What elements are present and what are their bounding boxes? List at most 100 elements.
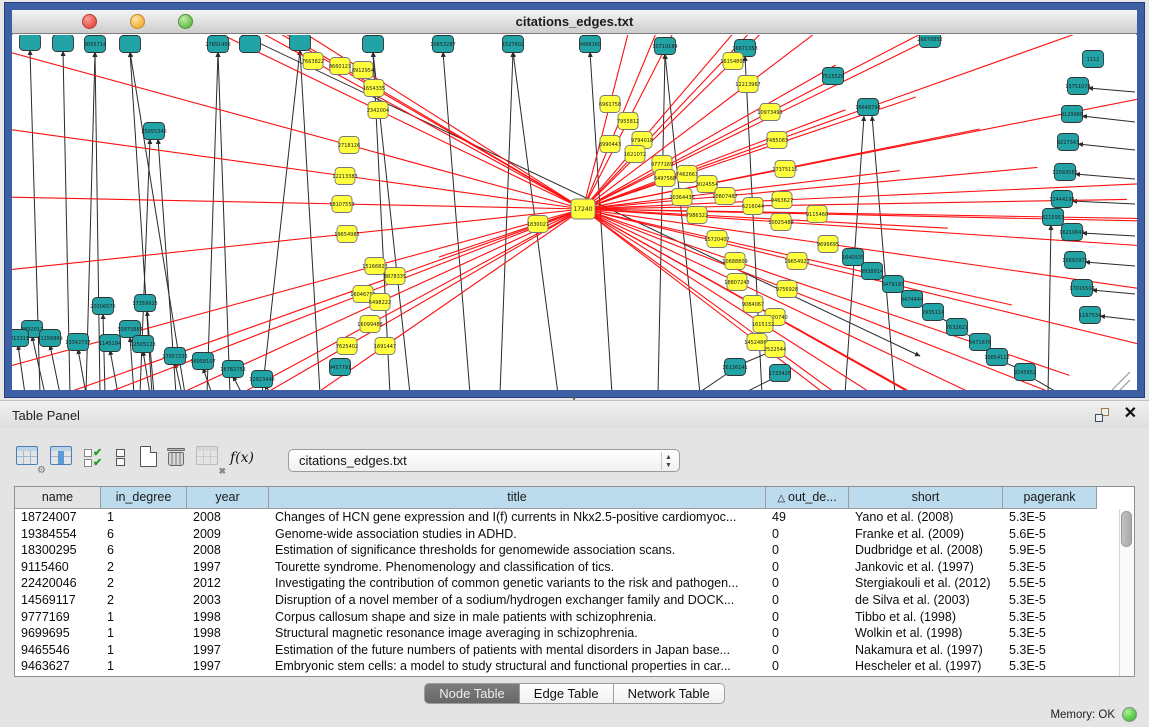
column-header-short[interactable]: short	[849, 487, 1003, 509]
float-panel-icon[interactable]	[1095, 408, 1109, 422]
scrollbar-thumb[interactable]	[1121, 511, 1132, 547]
graph-node[interactable]: 8938914	[861, 263, 883, 280]
graph-node[interactable]: 15720407	[704, 231, 729, 248]
graph-node[interactable]: 16782753	[220, 361, 245, 378]
graph-node[interactable]: 25055346	[141, 123, 166, 140]
graph-node[interactable]: 19654923	[784, 253, 809, 270]
graph-node[interactable]	[53, 35, 74, 52]
graph-node[interactable]: 12505123	[130, 336, 155, 353]
graph-node[interactable]: 19654985	[334, 226, 359, 243]
graph-node[interactable]: 7485083	[766, 132, 788, 149]
column-header-pagerank[interactable]: pagerank	[1003, 487, 1097, 509]
graph-node[interactable]: 16099488	[357, 316, 382, 333]
graph-node[interactable]: 2522544	[764, 341, 786, 358]
graph-node[interactable]: 10688809	[722, 253, 747, 270]
graph-node[interactable]: 1733426	[769, 365, 791, 382]
graph-node[interactable]: 7955812	[617, 113, 639, 130]
tab-node-table[interactable]: Node Table	[424, 683, 520, 704]
graph-node[interactable]: 5498222	[369, 294, 391, 311]
close-panel-icon[interactable]: ✕	[1124, 405, 1137, 423]
graph-node[interactable]: 9245652	[1014, 364, 1036, 381]
table-row[interactable]: 2242004622012Investigating the contribut…	[15, 575, 1097, 592]
graph-node[interactable]: 6961758	[599, 96, 621, 113]
graph-node[interactable]: 9227343	[1057, 134, 1079, 151]
graph-node[interactable]: 17016504	[1069, 280, 1094, 297]
graph-node[interactable]	[20, 35, 41, 51]
graph-node[interactable]: 11156869	[37, 330, 62, 347]
graph-node[interactable]: 15692971	[1062, 252, 1087, 269]
graph-node[interactable]: 3024554	[696, 176, 718, 193]
table-row[interactable]: 911546021997Tourette syndrome. Phenomeno…	[15, 559, 1097, 576]
graph-node[interactable]: 16154808	[720, 53, 745, 70]
graph-node[interactable]: 6216044	[742, 198, 764, 215]
graph-node[interactable]: 8466160	[579, 36, 601, 53]
table-row[interactable]: 977716911998Corpus callosum shape and si…	[15, 609, 1097, 626]
graph-node[interactable]	[363, 36, 384, 53]
graph-node[interactable]: 13342737	[65, 334, 90, 351]
table-row[interactable]: 1938455462009Genome-wide association stu…	[15, 526, 1097, 543]
graph-node[interactable]: 8660123	[329, 58, 351, 75]
graph-node[interactable]: 8878335	[384, 268, 406, 285]
graph-node[interactable]: 10653287	[430, 36, 455, 53]
graph-node[interactable]: 9699695	[817, 236, 839, 253]
graph-node[interactable]: 8912954	[352, 62, 374, 79]
graph-node[interactable]: 18807243	[724, 274, 749, 291]
graph-node[interactable]: 27691406	[205, 36, 230, 53]
graph-node[interactable]: 9474444	[901, 291, 923, 308]
new-table-icon[interactable]	[140, 446, 166, 472]
graph-node[interactable]: 26876852	[917, 35, 942, 48]
graph-node[interactable]: 20206576	[90, 298, 115, 315]
graph-node[interactable]: 12093582	[1052, 164, 1077, 181]
graph-node[interactable]: 18107553	[329, 196, 354, 213]
network-canvas[interactable]: 3055714276914061065328715276028466160107…	[12, 35, 1137, 390]
tab-network-table[interactable]: Network Table	[614, 683, 725, 704]
table-vertical-scrollbar[interactable]	[1119, 509, 1134, 676]
graph-node[interactable]: 16136141	[722, 359, 747, 376]
graph-node[interactable]: 1145194	[99, 335, 121, 352]
graph-node[interactable]: 8990443	[599, 136, 621, 153]
column-header-in_degree[interactable]: in_degree	[101, 487, 187, 509]
graph-node[interactable]: 8215953	[1042, 209, 1064, 226]
import-table-icon[interactable]: ✖	[196, 446, 222, 472]
graph-node[interactable]: 15166823	[362, 258, 387, 275]
graph-node[interactable]	[290, 35, 311, 51]
table-row[interactable]: 969969511998Structural magnetic resonanc…	[15, 625, 1097, 642]
table-settings-icon[interactable]: ⚙	[16, 446, 42, 472]
window-titlebar[interactable]: citations_edges.txt	[12, 10, 1137, 34]
graph-node[interactable]: 3055714	[84, 36, 106, 53]
graph-node[interactable]: 12213383	[332, 168, 357, 185]
graph-node[interactable]: 16648794	[855, 99, 880, 116]
graph-node[interactable]: 7663822	[302, 53, 324, 70]
graph-node[interactable]: 7632621	[946, 319, 968, 336]
graph-node[interactable]: 8471676	[969, 334, 991, 351]
column-header-out_de[interactable]: △out_de...	[766, 487, 849, 509]
graph-node[interactable]: 9129966	[1061, 106, 1083, 123]
graph-node[interactable]: 3913311	[12, 330, 29, 347]
table-row[interactable]: 1872400712008Changes of HCN gene express…	[15, 509, 1097, 526]
graph-node[interactable]: 15751074	[1065, 78, 1090, 95]
graph-node[interactable]: 12444194	[1049, 191, 1074, 208]
graph-node[interactable]: 1112	[1083, 51, 1104, 68]
graph-node[interactable]: 9756928	[776, 281, 798, 298]
graph-node[interactable]: 7986322	[686, 207, 708, 224]
column-header-title[interactable]: title	[269, 487, 766, 509]
graph-node[interactable]: 10973493	[757, 104, 782, 121]
graph-node[interactable]: 9115460	[806, 206, 828, 223]
graph-node[interactable]: 30975887	[117, 321, 142, 338]
column-visibility-icon[interactable]	[50, 446, 76, 472]
canvas-resize-grip[interactable]	[1112, 372, 1130, 390]
graph-node[interactable]: 1527602	[502, 36, 524, 53]
graph-node[interactable]: 16958107	[190, 353, 215, 370]
graph-node[interactable]: 7625402	[336, 338, 358, 355]
column-header-year[interactable]: year	[187, 487, 269, 509]
graph-node[interactable]: 17240	[571, 199, 595, 219]
table-row[interactable]: 1456911722003Disruption of a novel membe…	[15, 592, 1097, 609]
graph-node[interactable]: 1654335	[363, 80, 385, 97]
row-selection-check-icon[interactable]: ✔✔	[84, 448, 110, 474]
graph-node[interactable]: 10025488	[768, 214, 793, 231]
graph-node[interactable]: 1621072	[624, 146, 646, 163]
table-selector-dropdown[interactable]: citations_edges.txt ▲▼	[288, 449, 680, 472]
graph-node[interactable]: 20364436	[669, 189, 694, 206]
graph-node[interactable]: 17957233	[162, 348, 187, 365]
graph-node[interactable]: 6497568	[654, 170, 676, 187]
